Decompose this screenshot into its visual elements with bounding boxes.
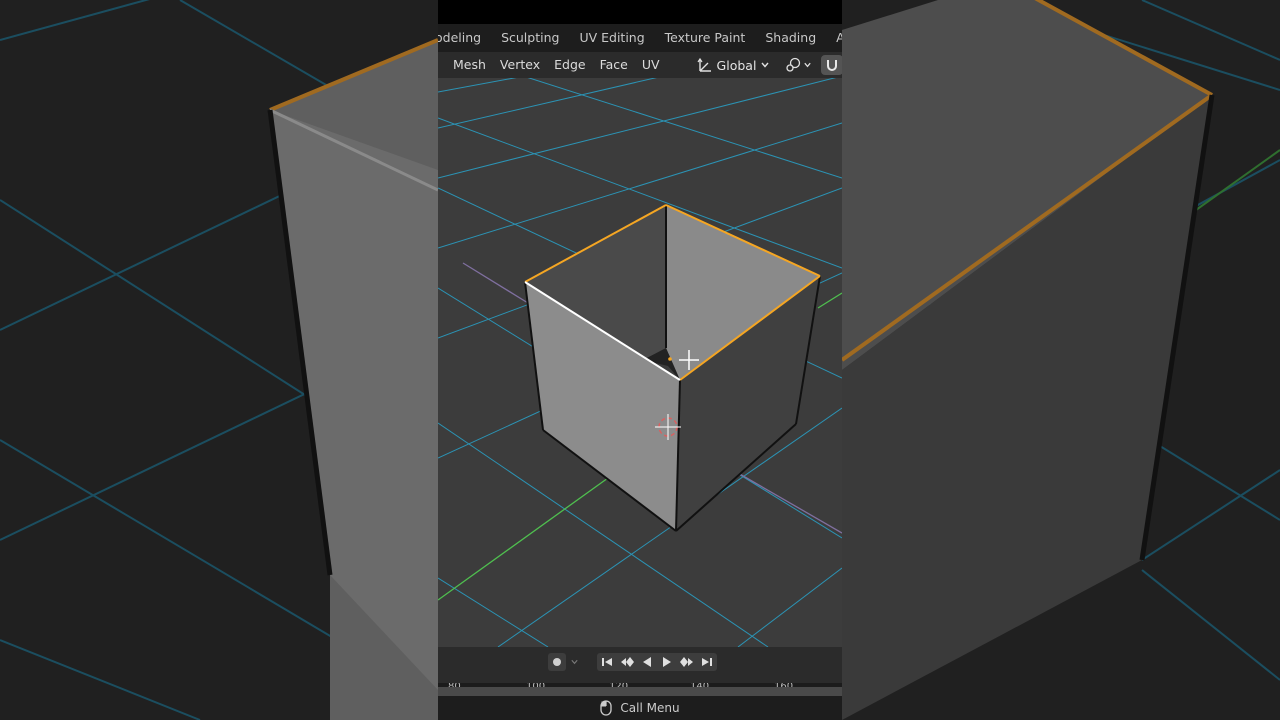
menu-edge[interactable]: Edge	[547, 52, 592, 78]
timeline-ruler[interactable]: 80 100 120 140 160	[438, 683, 842, 696]
menu-mesh[interactable]: Mesh	[446, 52, 493, 78]
chevron-down-icon	[760, 60, 770, 70]
timeline-header	[438, 647, 842, 683]
next-keyframe-button[interactable]	[677, 653, 697, 671]
mouse-icon	[600, 700, 613, 716]
play-reverse-icon	[641, 656, 653, 668]
jump-start-button[interactable]	[597, 653, 617, 671]
pivot-point-dropdown[interactable]	[782, 55, 815, 75]
record-icon	[552, 657, 562, 667]
tab-uv-editing[interactable]: UV Editing	[569, 24, 654, 52]
background-left	[0, 0, 438, 720]
next-keyframe-icon	[680, 656, 694, 668]
orientation-label: Global	[716, 57, 757, 73]
tab-texture-paint[interactable]: Texture Paint	[655, 24, 756, 52]
blender-window: odeling Sculpting UV Editing Texture Pai…	[438, 0, 842, 720]
tab-modeling[interactable]: odeling	[438, 24, 491, 52]
tab-shading[interactable]: Shading	[755, 24, 826, 52]
previous-keyframe-button[interactable]	[617, 653, 637, 671]
pivot-point-icon	[785, 57, 803, 73]
jump-start-icon	[601, 656, 613, 668]
background-right	[842, 0, 1280, 720]
snap-toggle[interactable]	[821, 55, 842, 75]
tab-animation[interactable]: Anima	[826, 24, 842, 52]
transform-orientation-icon	[697, 57, 713, 73]
playback-button-group	[597, 653, 717, 671]
play-icon	[661, 656, 673, 668]
status-bar: Call Menu	[438, 696, 842, 720]
previous-keyframe-icon	[620, 656, 634, 668]
chevron-down-icon	[803, 60, 812, 70]
menu-vertex[interactable]: Vertex	[493, 52, 547, 78]
play-reverse-button[interactable]	[637, 653, 657, 671]
menu-uv[interactable]: UV	[635, 52, 667, 78]
snap-magnet-icon	[824, 57, 840, 73]
top-black-bar	[438, 0, 842, 24]
viewport-header: Mesh Vertex Edge Face UV Global	[438, 52, 842, 78]
timeline-scrubber-bar[interactable]	[438, 687, 842, 696]
record-button[interactable]	[548, 653, 566, 671]
jump-end-icon	[701, 656, 713, 668]
chevron-down-icon	[570, 657, 579, 667]
tab-sculpting[interactable]: Sculpting	[491, 24, 569, 52]
workspace-tabs: odeling Sculpting UV Editing Texture Pai…	[438, 24, 842, 52]
transform-orientation-dropdown[interactable]: Global	[693, 55, 775, 75]
playback-controls	[548, 653, 717, 671]
menu-face[interactable]: Face	[593, 52, 635, 78]
play-button[interactable]	[657, 653, 677, 671]
status-text: Call Menu	[620, 701, 680, 715]
3d-viewport[interactable]	[438, 78, 842, 647]
jump-end-button[interactable]	[697, 653, 717, 671]
